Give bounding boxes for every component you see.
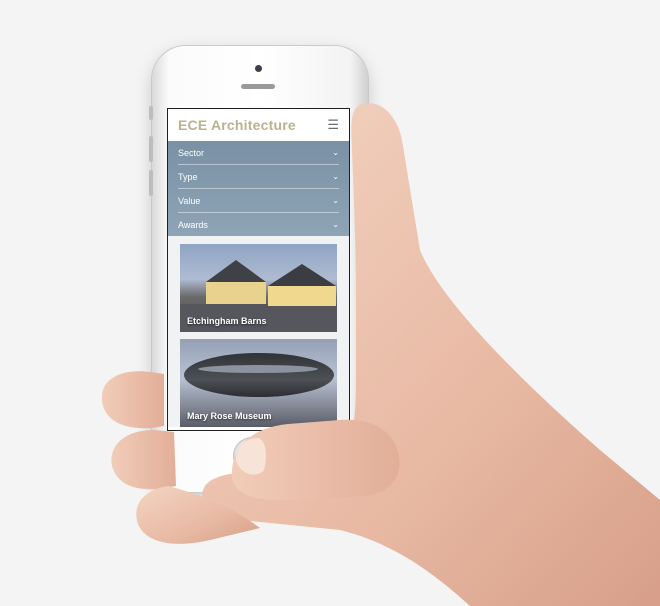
middle-finger (111, 430, 176, 490)
palm (202, 103, 660, 606)
hand-illustration (101, 103, 660, 606)
index-finger (101, 371, 164, 429)
